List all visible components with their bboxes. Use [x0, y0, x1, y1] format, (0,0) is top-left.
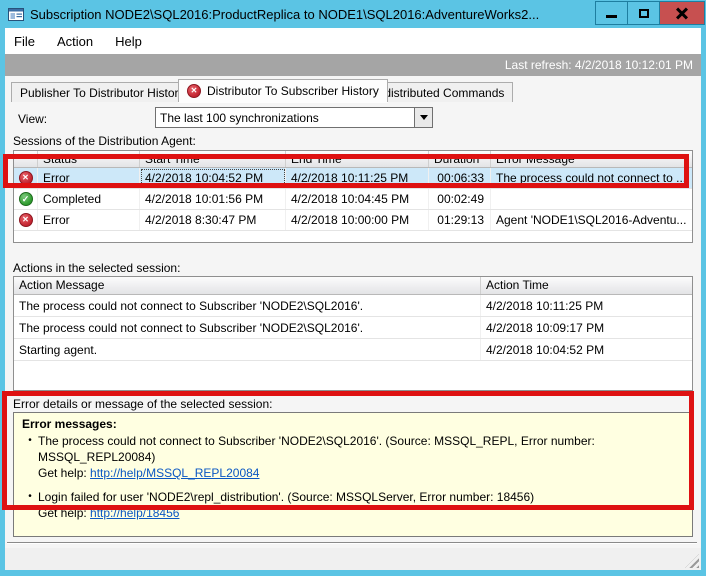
error-details-panel: Error messages: • The process could not … [13, 412, 693, 537]
view-label: View: [18, 112, 47, 126]
column-header-action-message[interactable]: Action Message [14, 277, 481, 294]
get-help-label: Get help: [38, 466, 90, 480]
maximize-button[interactable] [627, 1, 659, 25]
last-refresh-text: Last refresh: 4/2/2018 10:12:01 PM [505, 58, 693, 72]
help-link[interactable]: http://help/MSSQL_REPL20084 [90, 466, 259, 480]
column-header-error-message[interactable]: Error Message [491, 151, 692, 167]
error-icon [187, 84, 201, 98]
column-header-icon[interactable] [14, 151, 38, 167]
statusbar [5, 548, 701, 570]
error-messages-list: • The process could not connect to Subsc… [22, 433, 684, 521]
menubar: File Action Help [5, 28, 701, 54]
actions-grid-header: Action Message Action Time [14, 277, 692, 295]
error-message-text: The process could not connect to Subscri… [38, 434, 595, 464]
completed-status-icon [19, 192, 33, 206]
minimize-button[interactable] [595, 1, 627, 25]
error-details-label: Error details or message of the selected… [13, 397, 272, 411]
refresh-bar: Last refresh: 4/2/2018 10:12:01 PM [5, 54, 701, 76]
error-messages-heading: Error messages: [22, 417, 684, 431]
sessions-label: Sessions of the Distribution Agent: [13, 134, 196, 148]
action-row[interactable]: The process could not connect to Subscri… [14, 295, 692, 317]
column-header-start-time[interactable]: Start Time [140, 151, 286, 167]
error-status-icon [19, 213, 33, 227]
chevron-down-icon [420, 115, 428, 120]
tab-label: Undistributed Commands [369, 86, 504, 100]
column-header-duration[interactable]: Duration [429, 151, 491, 167]
bullet-icon: • [22, 433, 38, 482]
close-button[interactable] [659, 1, 705, 25]
action-row[interactable]: Starting agent. 4/2/2018 10:04:52 PM [14, 339, 692, 361]
resize-grip-icon[interactable] [685, 554, 699, 568]
session-row-completed[interactable]: Completed 4/2/2018 10:01:56 PM 4/2/2018 … [14, 189, 692, 210]
sessions-grid-header: Status Start Time End Time Duration Erro… [14, 151, 692, 168]
minimize-icon [606, 15, 617, 18]
tab-distributor-to-subscriber[interactable]: Distributor To Subscriber History [178, 79, 388, 102]
menu-action[interactable]: Action [57, 34, 93, 49]
error-message-item: • Login failed for user 'NODE2\repl_dist… [22, 489, 684, 521]
error-status-icon [19, 171, 33, 185]
error-message-item: • The process could not connect to Subsc… [22, 433, 684, 482]
window-body: File Action Help Last refresh: 4/2/2018 … [5, 28, 701, 570]
view-combobox-value: The last 100 synchronizations [156, 111, 414, 125]
bottom-divider [7, 542, 697, 544]
menu-file[interactable]: File [14, 34, 35, 49]
column-header-end-time[interactable]: End Time [286, 151, 429, 167]
tab-label: Publisher To Distributor History [20, 86, 185, 100]
error-message-text: Login failed for user 'NODE2\repl_distri… [38, 490, 534, 504]
bullet-icon: • [22, 489, 38, 521]
session-row-error-selected[interactable]: Error 4/2/2018 10:04:52 PM 4/2/2018 10:1… [14, 168, 692, 189]
close-icon [676, 7, 688, 19]
action-row[interactable]: The process could not connect to Subscri… [14, 317, 692, 339]
help-link[interactable]: http://help/18456 [90, 506, 179, 520]
maximize-icon [639, 9, 649, 18]
tab-label: Distributor To Subscriber History [207, 84, 379, 98]
actions-label: Actions in the selected session: [13, 261, 180, 275]
column-header-action-time[interactable]: Action Time [481, 277, 692, 294]
tab-publisher-to-distributor[interactable]: Publisher To Distributor History [11, 82, 194, 102]
combobox-dropdown-button[interactable] [414, 108, 432, 127]
window-title: Subscription NODE2\SQL2016:ProductReplic… [30, 7, 539, 22]
tabstrip: Publisher To Distributor History Distrib… [11, 78, 695, 102]
get-help-label: Get help: [38, 506, 90, 520]
actions-grid: Action Message Action Time The process c… [13, 276, 693, 391]
window-icon [8, 8, 24, 21]
column-header-status[interactable]: Status [38, 151, 140, 167]
titlebar: Subscription NODE2\SQL2016:ProductReplic… [0, 0, 706, 28]
sessions-grid: Status Start Time End Time Duration Erro… [13, 150, 693, 243]
view-combobox[interactable]: The last 100 synchronizations [155, 107, 433, 128]
session-row-error[interactable]: Error 4/2/2018 8:30:47 PM 4/2/2018 10:00… [14, 210, 692, 231]
menu-help[interactable]: Help [115, 34, 142, 49]
subscription-history-window: Subscription NODE2\SQL2016:ProductReplic… [0, 0, 706, 576]
caption-buttons [595, 1, 705, 25]
